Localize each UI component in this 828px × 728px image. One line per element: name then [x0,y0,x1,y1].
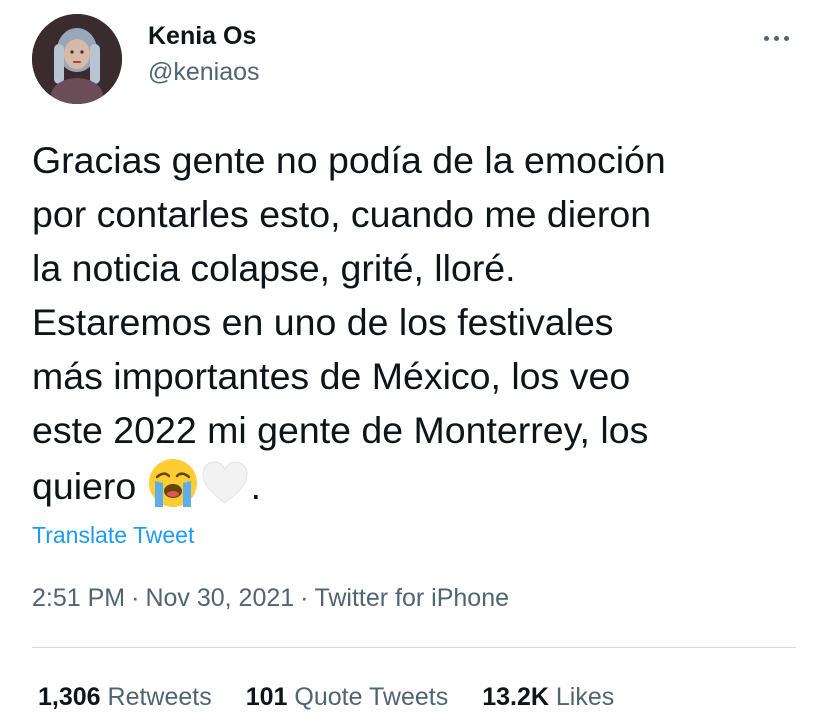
tweet-meta: 2:51 PM · Nov 30, 2021 · Twitter for iPhone [32,582,509,614]
quote-tweets-label: Quote Tweets [294,683,449,711]
more-dot-icon [783,35,789,41]
tweet-source[interactable]: Twitter for iPhone [314,584,509,612]
loudly-crying-face-icon [148,459,197,507]
more-options-button[interactable] [756,26,796,50]
meta-separator: · [300,584,309,612]
avatar[interactable] [32,14,122,104]
quote-tweets-count: 101 [245,683,288,711]
divider [32,647,796,648]
likes-count: 13.2K [482,683,549,711]
tweet-time[interactable]: 2:51 PM [32,584,125,612]
tweet-text: Gracias gente no podía de la emoción por… [32,133,802,513]
quote-tweets-stat[interactable]: 101 Quote Tweets [246,681,448,713]
more-dot-icon [763,35,769,41]
user-block: Kenia Os @keniaos [148,20,260,88]
tweet-stats: 1,306 Retweets 101 Quote Tweets 13.2K Li… [38,681,614,713]
meta-separator: · [131,584,140,612]
more-dot-icon [773,35,779,41]
retweets-count: 1,306 [38,683,101,711]
likes-stat[interactable]: 13.2K Likes [482,681,614,713]
retweets-label: Retweets [107,683,212,711]
translate-tweet-link[interactable]: Translate Tweet [32,520,194,550]
tweet-body: Gracias gente no podía de la emoción por… [32,139,666,507]
tweet-trailing: . [250,465,262,507]
user-handle[interactable]: @keniaos [148,56,260,88]
avatar-image [32,14,122,104]
display-name[interactable]: Kenia Os [148,20,260,52]
likes-label: Likes [555,683,615,711]
retweets-stat[interactable]: 1,306 Retweets [38,681,212,713]
white-heart-icon [202,461,248,504]
tweet-header: Kenia Os @keniaos [32,14,796,106]
tweet-date[interactable]: Nov 30, 2021 [145,584,294,612]
